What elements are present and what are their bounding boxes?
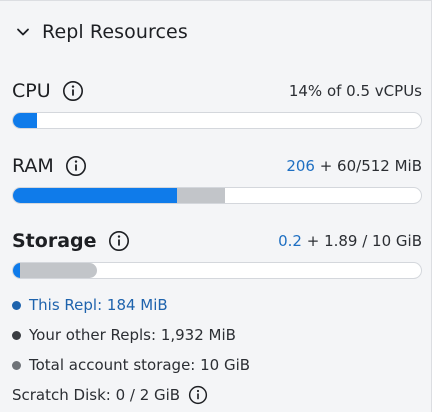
info-icon[interactable] — [107, 229, 131, 253]
ram-label: RAM — [12, 155, 54, 177]
cpu-bar — [12, 112, 422, 129]
ram-usage-current: 206 — [286, 157, 315, 175]
blue-dot-icon — [12, 300, 21, 310]
info-icon[interactable] — [64, 154, 88, 178]
storage-usage-current: 0.2 — [278, 232, 302, 250]
chevron-down-icon[interactable] — [12, 21, 34, 43]
cpu-usage: 14% of 0.5 vCPUs — [288, 82, 422, 100]
ram-usage-rest: + 60/512 MiB — [314, 157, 422, 175]
scratch-disk-label: Scratch Disk: 0 / 2 GiB — [12, 386, 181, 404]
scratch-disk-row: Scratch Disk: 0 / 2 GiB — [12, 385, 208, 405]
cpu-label: CPU — [12, 80, 51, 102]
storage-bar — [12, 262, 422, 279]
storage-used-segment — [13, 263, 21, 278]
dark-dot-icon — [12, 330, 21, 340]
info-icon[interactable] — [188, 385, 208, 405]
storage-usage-rest: + 1.89 / 10 GiB — [301, 232, 422, 250]
ram-usage: 206 + 60/512 MiB — [286, 157, 422, 175]
cpu-used-segment — [13, 113, 38, 128]
ram-bar — [12, 187, 422, 204]
storage-label: Storage — [12, 230, 97, 252]
ram-row: RAM 206 + 60/512 MiB — [12, 153, 422, 179]
section-title: Repl Resources — [42, 21, 188, 43]
top-divider — [0, 0, 432, 1]
ram-used-segment — [13, 188, 178, 203]
legend-total-storage: Total account storage: 10 GiB — [12, 356, 250, 374]
gray-dot-icon — [12, 360, 21, 370]
info-icon[interactable] — [61, 79, 85, 103]
legend-this-repl: This Repl: 184 MiB — [12, 296, 168, 314]
repl-resources-header[interactable]: Repl Resources — [12, 14, 188, 50]
storage-row: Storage 0.2 + 1.89 / 10 GiB — [12, 228, 422, 254]
cpu-row: CPU 14% of 0.5 vCPUs — [12, 78, 422, 104]
legend-this-repl-label: This Repl: 184 MiB — [29, 296, 168, 314]
storage-usage: 0.2 + 1.89 / 10 GiB — [278, 232, 422, 250]
storage-other-segment — [13, 263, 98, 278]
legend-other-repls-label: Your other Repls: 1,932 MiB — [29, 326, 236, 344]
legend-total-storage-label: Total account storage: 10 GiB — [29, 356, 251, 374]
legend-other-repls: Your other Repls: 1,932 MiB — [12, 326, 236, 344]
